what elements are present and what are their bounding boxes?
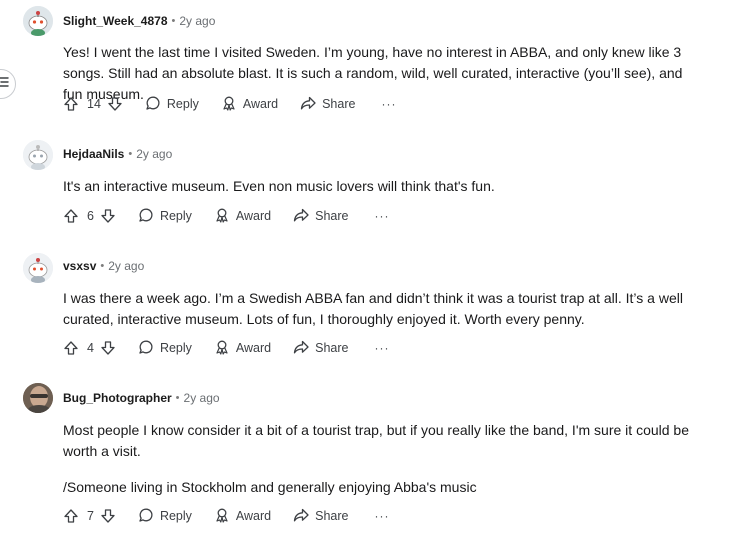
username[interactable]: vsxsv [63,259,96,273]
award-button[interactable]: Award [221,95,278,114]
comment-actions: 6 Reply Award Share ··· [63,204,390,228]
vote-count: 7 [87,509,94,523]
award-ribbon-icon [221,95,237,114]
downvote-arrow-icon [100,208,116,224]
comment-paragraph: It's an interactive museum. Even non mus… [63,178,495,194]
reply-label: Reply [159,209,192,223]
vote-count: 4 [87,341,94,355]
downvote-button[interactable] [100,208,116,224]
reply-label: Reply [159,509,192,523]
downvote-arrow-icon [107,96,123,112]
award-ribbon-icon [214,339,230,358]
award-ribbon-icon [214,207,230,226]
username[interactable]: Bug_Photographer [63,391,172,405]
upvote-button[interactable] [63,340,79,356]
downvote-arrow-icon [100,340,116,356]
share-label: Share [315,209,349,223]
upvote-arrow-icon [63,340,79,356]
speech-bubble-icon [138,207,154,226]
share-label: Share [322,97,356,111]
downvote-button[interactable] [100,340,116,356]
speech-bubble-icon [138,339,154,358]
share-arrow-icon [300,95,316,114]
reply-button[interactable]: Reply [138,339,192,358]
meta-separator: • [128,148,133,160]
more-options-button[interactable]: ··· [381,97,396,111]
vote-count: 6 [87,209,94,223]
avatar[interactable] [23,140,53,170]
timestamp[interactable]: 2y ago [136,147,172,161]
reply-button[interactable]: Reply [138,207,192,226]
share-arrow-icon [293,207,309,226]
comment-paragraph: I was there a week ago. I’m a Swedish AB… [63,290,683,327]
award-label: Award [235,209,272,223]
award-label: Award [242,97,279,111]
share-button[interactable]: Share [293,339,349,358]
avatar[interactable] [23,253,53,283]
reply-label: Reply [159,341,192,355]
timestamp[interactable]: 2y ago [184,391,220,405]
share-button[interactable]: Share [300,95,355,114]
award-ribbon-icon [214,507,230,526]
more-options-button[interactable]: ··· [375,509,390,523]
downvote-button[interactable] [107,96,123,112]
username[interactable]: Slight_Week_4878 [63,14,168,28]
meta-separator: • [175,392,180,404]
reply-label: Reply [166,97,199,111]
more-options-button[interactable]: ··· [375,341,390,355]
upvote-arrow-icon [63,96,79,112]
comment-meta: vsxsv • 2y ago [63,259,144,273]
share-label: Share [315,509,349,523]
comment-paragraph: Most people I know consider it a bit of … [63,422,689,459]
sidebar-toggle-button[interactable] [0,69,16,99]
comment-body: Most people I know consider it a bit of … [63,420,703,513]
comment-meta: HejdaaNils • 2y ago [63,147,172,161]
more-options-button[interactable]: ··· [375,209,390,223]
timestamp[interactable]: 2y ago [108,259,144,273]
award-button[interactable]: Award [214,507,271,526]
comment-paragraph: /Someone living in Stockholm and general… [63,479,477,495]
downvote-arrow-icon [100,508,116,524]
share-arrow-icon [293,507,309,526]
share-button[interactable]: Share [293,507,349,526]
upvote-button[interactable] [63,508,79,524]
speech-bubble-icon [145,95,161,114]
share-button[interactable]: Share [293,207,349,226]
award-button[interactable]: Award [214,339,271,358]
award-label: Award [235,341,272,355]
list-menu-icon [0,75,9,93]
timestamp[interactable]: 2y ago [179,14,215,28]
avatar[interactable] [23,383,53,413]
award-button[interactable]: Award [214,207,271,226]
upvote-arrow-icon [63,508,79,524]
username[interactable]: HejdaaNils [63,147,124,161]
comment-meta: Bug_Photographer • 2y ago [63,391,220,405]
share-arrow-icon [293,339,309,358]
upvote-button[interactable] [63,96,79,112]
reply-button[interactable]: Reply [145,95,199,114]
comment-actions: 7 Reply Award Share ··· [63,504,390,528]
upvote-button[interactable] [63,208,79,224]
comment-actions: 4 Reply Award Share ··· [63,336,390,360]
reply-button[interactable]: Reply [138,507,192,526]
share-label: Share [315,341,349,355]
meta-separator: • [171,15,176,27]
speech-bubble-icon [138,507,154,526]
comment-meta: Slight_Week_4878 • 2y ago [63,14,215,28]
avatar[interactable] [23,6,53,36]
meta-separator: • [100,260,105,272]
downvote-button[interactable] [100,508,116,524]
comment-actions: 14 Reply Award Share ··· [63,92,396,116]
upvote-arrow-icon [63,208,79,224]
award-label: Award [235,509,272,523]
vote-count: 14 [87,97,101,111]
